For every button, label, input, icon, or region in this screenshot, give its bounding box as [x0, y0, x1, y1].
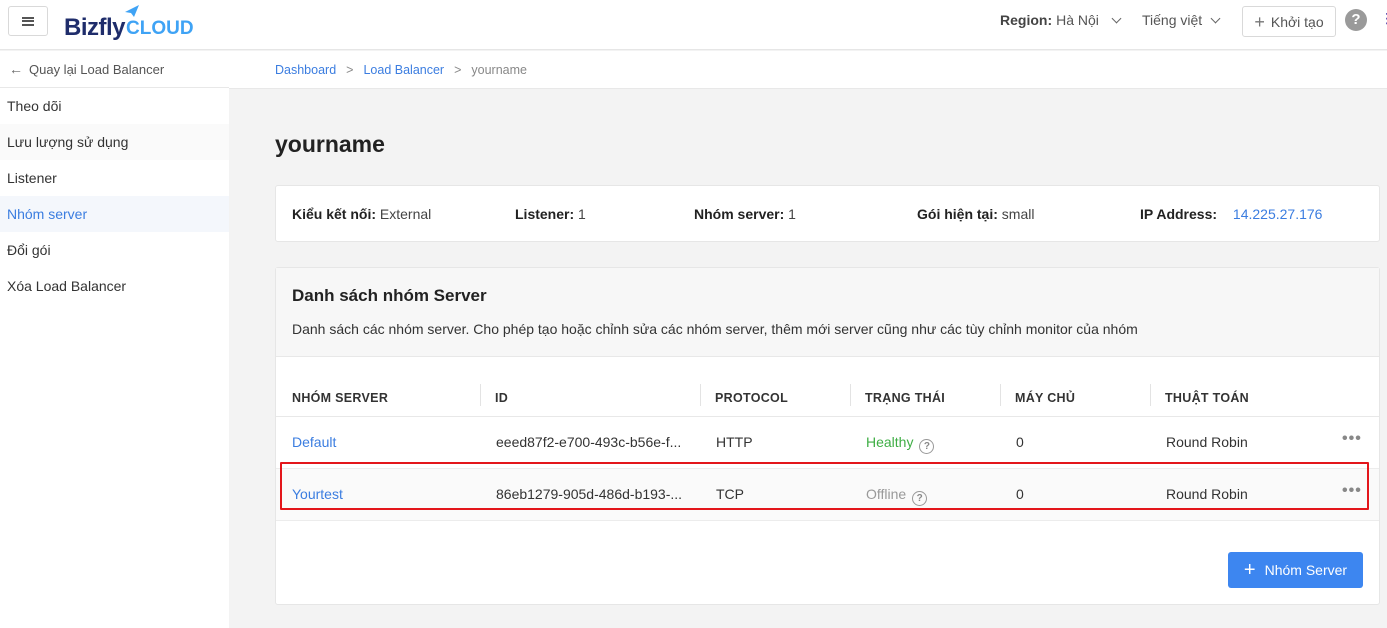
back-link-label: Quay lại Load Balancer — [29, 61, 165, 77]
sidebar-item-listener[interactable]: Listener — [0, 160, 229, 196]
language-selector[interactable]: Tiếng việt — [1142, 12, 1221, 28]
chevron-down-icon — [1111, 13, 1122, 23]
page-title: yourname — [275, 131, 385, 157]
listener-count: Listener: 1 — [515, 206, 586, 222]
breadcrumb-load-balancer[interactable]: Load Balancer — [363, 63, 444, 77]
question-circle-icon[interactable]: ? — [919, 439, 935, 454]
column-divider — [480, 384, 481, 406]
server-group-id: eeed87f2-e700-493c-b56e-f... — [496, 434, 682, 450]
breadcrumb: Dashboard > Load Balancer > yourname — [229, 51, 1387, 89]
create-button-label: Khởi tạo — [1270, 13, 1324, 30]
breadcrumb-separator: > — [346, 62, 354, 77]
server-group-count: Nhóm server: 1 — [694, 206, 796, 222]
list-header: Danh sách nhóm Server Danh sách các nhóm… — [276, 268, 1379, 357]
server-group-algorithm: Round Robin — [1166, 434, 1248, 450]
server-group-protocol: HTTP — [716, 434, 753, 450]
column-header-status[interactable]: TRẠNG THÁI — [865, 391, 945, 405]
ip-address-value[interactable]: 14.225.27.176 — [1233, 206, 1323, 222]
column-header-protocol[interactable]: PROTOCOL — [715, 391, 788, 405]
breadcrumb-separator: > — [454, 62, 462, 77]
connection-type: Kiểu kết nối: External — [292, 206, 432, 222]
paper-plane-icon — [125, 5, 139, 17]
column-divider — [1000, 384, 1001, 406]
server-group-name-link[interactable]: Default — [292, 434, 336, 450]
server-group-server-count: 0 — [1016, 434, 1024, 450]
server-group-list-card: Danh sách nhóm Server Danh sách các nhóm… — [275, 267, 1380, 605]
sidebar-item-nhom-server[interactable]: Nhóm server — [0, 196, 229, 232]
ip-address: IP Address: 14.225.27.176 — [1140, 206, 1323, 222]
top-navbar: Bizfly CLOUD Region: Hà Nội Tiếng việt +… — [0, 0, 1387, 50]
more-actions-icon[interactable]: ••• — [1342, 430, 1362, 448]
load-balancer-info-card: Kiểu kết nối: External Listener: 1 Nhóm … — [275, 185, 1380, 242]
sidebar-item-luu-luong[interactable]: Lưu lượng sử dụng — [0, 124, 229, 160]
brand-cloud: CLOUD — [126, 18, 194, 39]
back-to-load-balancer-link[interactable]: ← Quay lại Load Balancer — [0, 51, 229, 88]
column-header-servers[interactable]: MÁY CHỦ — [1015, 391, 1075, 405]
add-server-group-label: Nhóm Server — [1264, 562, 1348, 578]
hamburger-menu-button[interactable] — [8, 6, 48, 36]
add-server-group-button[interactable]: + Nhóm Server — [1228, 552, 1363, 588]
arrow-left-icon: ← — [9, 61, 23, 77]
region-value: Hà Nội — [1056, 12, 1099, 28]
breadcrumb-dashboard[interactable]: Dashboard — [275, 63, 336, 77]
column-divider — [1150, 384, 1151, 406]
sidebar-item-theo-doi[interactable]: Theo dõi — [0, 88, 229, 124]
sidebar-item-xoa-load-balancer[interactable]: Xóa Load Balancer — [0, 268, 229, 304]
create-button[interactable]: + Khởi tạo — [1242, 6, 1336, 37]
region-label: Region: — [1000, 12, 1053, 28]
column-divider — [700, 384, 701, 406]
column-header-id[interactable]: ID — [495, 391, 508, 405]
region-selector[interactable]: Region: Hà Nội — [1000, 12, 1122, 28]
sidebar: ← Quay lại Load Balancer Theo dõi Lưu lư… — [0, 51, 229, 628]
column-header-algorithm[interactable]: THUẬT TOÁN — [1165, 391, 1249, 405]
server-group-status: Healthy? — [866, 434, 935, 454]
list-title: Danh sách nhóm Server — [292, 286, 487, 305]
brand-main: Bizfly — [64, 14, 126, 41]
column-header-name[interactable]: NHÓM SERVER — [292, 391, 388, 405]
table-header: NHÓM SERVER ID PROTOCOL TRẠNG THÁI MÁY C… — [276, 379, 1379, 417]
menu-icon — [22, 16, 34, 26]
list-description: Danh sách các nhóm server. Cho phép tạo … — [292, 321, 1138, 337]
language-value: Tiếng việt — [1142, 12, 1203, 28]
highlight-box — [280, 462, 1369, 510]
plus-icon: + — [1243, 559, 1256, 581]
bizfly-logo[interactable]: Bizfly CLOUD — [64, 5, 194, 42]
sidebar-item-doi-goi[interactable]: Đổi gói — [0, 232, 229, 268]
plus-icon: + — [1254, 11, 1265, 32]
breadcrumb-current: yourname — [471, 62, 527, 77]
current-plan: Gói hiện tại: small — [917, 206, 1035, 222]
help-icon[interactable]: ? — [1345, 9, 1367, 31]
chevron-down-icon — [1210, 13, 1221, 23]
column-divider — [850, 384, 851, 406]
apps-icon[interactable]: ⋮ — [1380, 10, 1387, 27]
